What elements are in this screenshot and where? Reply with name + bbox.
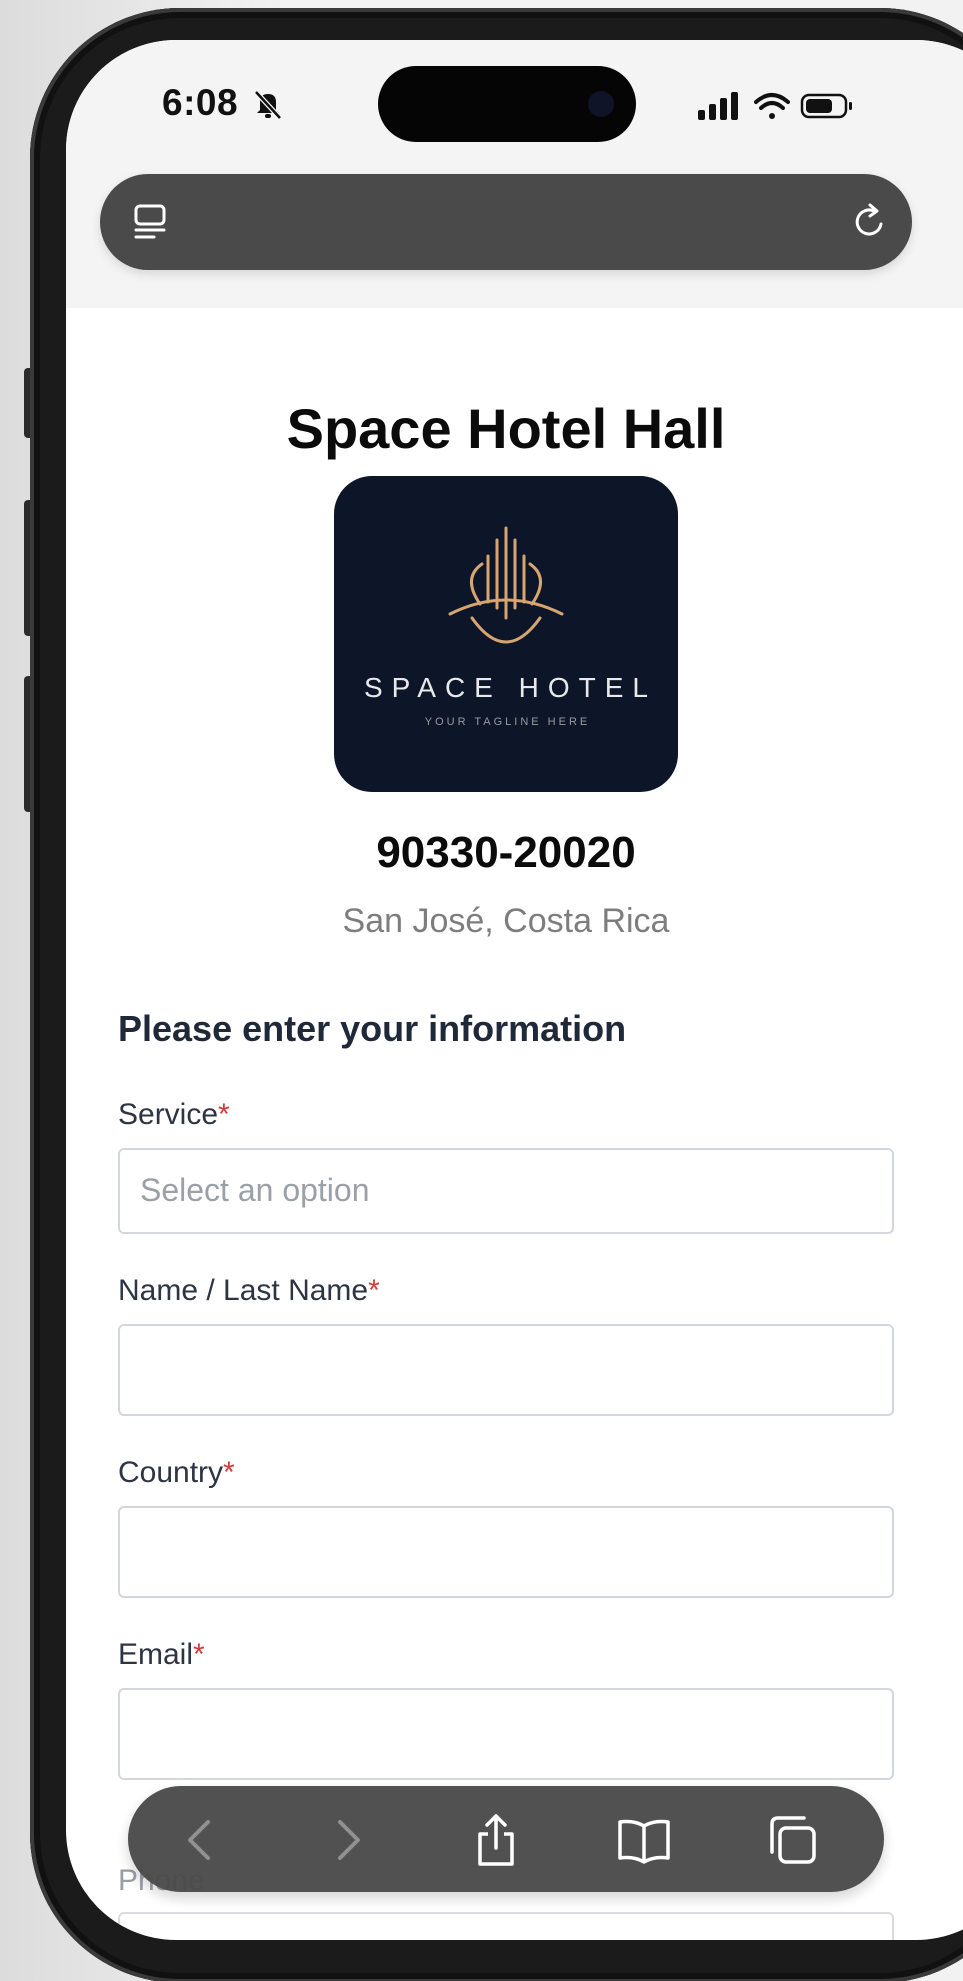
phone-field[interactable] [118, 1912, 894, 1940]
bookmarks-icon[interactable] [616, 1812, 672, 1868]
email-label-text: Email [118, 1638, 194, 1671]
required-mark: * [218, 1098, 230, 1131]
name-label-text: Name / Last Name [118, 1274, 369, 1307]
name-field[interactable] [118, 1324, 894, 1416]
browser-bottom-toolbar [128, 1786, 884, 1892]
status-time: 6:08 [162, 82, 239, 123]
required-mark: * [223, 1456, 235, 1489]
device-stage: 6:08 Space Hotel Hall SPACE HOTEL YOUR T… [0, 0, 963, 1981]
bell-slash-icon [254, 90, 282, 120]
country-label-text: Country [118, 1456, 224, 1489]
required-mark: * [193, 1638, 205, 1671]
back-icon[interactable] [172, 1812, 228, 1868]
browser-top-area: 6:08 [66, 40, 963, 308]
email-field[interactable] [118, 1688, 894, 1780]
address-bar[interactable] [100, 174, 912, 270]
page-title: Space Hotel Hall [286, 397, 726, 460]
camera-lens [588, 91, 614, 117]
logo-name: SPACE HOTEL [364, 672, 657, 703]
reload-icon[interactable] [850, 202, 890, 242]
service-select[interactable]: Select an option [118, 1148, 894, 1234]
tabs-icon[interactable] [130, 202, 170, 242]
dynamic-island [378, 66, 636, 142]
phone-screen: 6:08 Space Hotel Hall SPACE HOTEL YOUR T… [66, 40, 963, 1940]
service-label: Service* [118, 1098, 230, 1132]
form-heading: Please enter your information [118, 1008, 627, 1049]
hotel-logo: SPACE HOTEL YOUR TAGLINE HERE [334, 476, 678, 792]
signal-icon [698, 92, 738, 120]
tabs-overview-icon[interactable] [764, 1812, 820, 1868]
country-label: Country* [118, 1456, 235, 1490]
building-emblem-icon [448, 526, 564, 644]
service-placeholder: Select an option [140, 1172, 370, 1208]
status-icons [698, 92, 852, 120]
required-mark: * [368, 1274, 380, 1307]
logo-tagline: YOUR TAGLINE HERE [424, 716, 591, 728]
forward-icon[interactable] [320, 1812, 376, 1868]
email-label: Email* [118, 1638, 205, 1672]
hotel-code: 90330-20020 [376, 828, 636, 877]
hotel-location: San José, Costa Rica [342, 902, 670, 940]
country-field[interactable] [118, 1506, 894, 1598]
wifi-icon [754, 93, 790, 119]
share-icon[interactable] [468, 1812, 524, 1868]
service-label-text: Service [118, 1098, 219, 1131]
battery-icon [800, 93, 852, 119]
name-label: Name / Last Name* [118, 1274, 380, 1308]
